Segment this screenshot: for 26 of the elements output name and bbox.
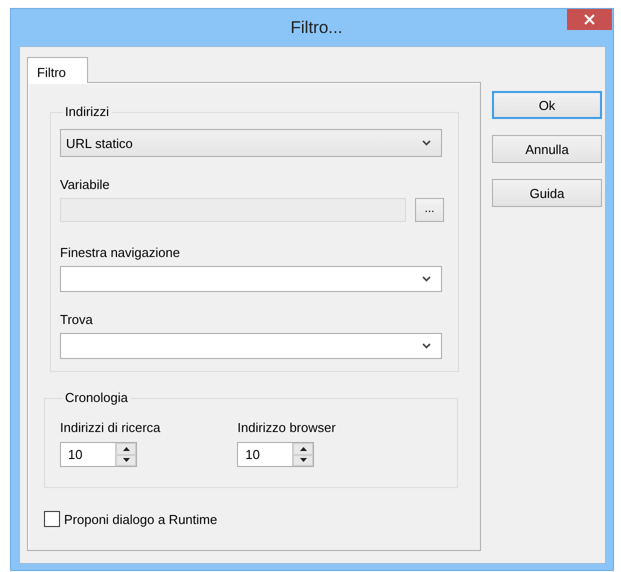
field-label: Indirizzi di ricerca — [60, 420, 160, 436]
field-label: Trova — [60, 312, 94, 328]
chevron-down-icon — [422, 140, 431, 146]
close-icon — [584, 14, 595, 25]
dialog-button[interactable]: Guida — [492, 179, 602, 207]
down-arrow-icon[interactable] — [122, 458, 130, 462]
tab[interactable]: Filtro — [27, 57, 88, 83]
spin-field[interactable]: 10 — [237, 442, 314, 467]
dropdown[interactable]: URL statico — [60, 129, 442, 157]
window-title: Filtro... — [290, 18, 342, 38]
chevron-down-icon — [422, 343, 431, 349]
down-arrow-icon[interactable] — [300, 458, 307, 462]
group-title: Cronologia — [64, 390, 129, 406]
group-title: Indirizzi — [64, 104, 110, 120]
field-label: Indirizzo browser — [237, 420, 336, 436]
up-arrow-icon[interactable] — [300, 446, 307, 451]
field-label: Finestra navigazione — [60, 245, 181, 261]
dialog-button[interactable]: Ok — [492, 91, 602, 119]
up-arrow-icon[interactable] — [122, 446, 130, 451]
checkbox[interactable] — [44, 511, 60, 527]
chevron-down-icon — [422, 276, 431, 282]
checkbox-label: Proponi dialogo a Runtime — [64, 512, 218, 526]
close-button[interactable] — [567, 9, 612, 30]
field-label: Variabile — [60, 177, 111, 193]
spin-field[interactable]: 10 — [60, 442, 137, 467]
dialog-button[interactable]: Annulla — [492, 135, 602, 163]
